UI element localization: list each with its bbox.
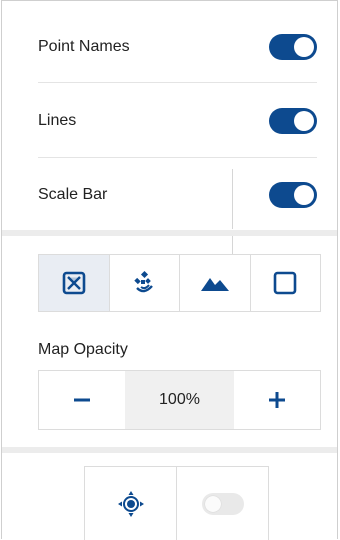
- lines-toggle[interactable]: [269, 107, 317, 134]
- toggle-knob: [204, 495, 221, 512]
- scale-bar-toggle[interactable]: [269, 181, 317, 208]
- plus-icon: [269, 392, 285, 408]
- blank-map-icon: [273, 271, 297, 295]
- opacity-decrease-button[interactable]: [39, 371, 125, 429]
- location-toggle[interactable]: [201, 492, 244, 515]
- layer-label: Lines: [38, 111, 77, 129]
- map-type-satellite-box[interactable]: [39, 255, 110, 311]
- row-divider: [38, 82, 317, 83]
- map-settings-panel: Point Names Lines Scale Bar Map Opacity …: [1, 0, 338, 540]
- toggle-knob: [294, 110, 314, 131]
- map-opacity-title: Map Opacity: [38, 341, 128, 358]
- satellite-box-icon: [62, 271, 86, 295]
- toggle-knob: [294, 36, 314, 57]
- location-toggle-cell: [177, 467, 268, 540]
- layer-row-scale-bar: Scale Bar: [38, 158, 317, 231]
- opacity-value: 100%: [125, 371, 234, 429]
- toggle-knob: [294, 184, 314, 205]
- location-controls: [84, 466, 269, 540]
- map-type-blank[interactable]: [251, 255, 321, 311]
- layer-label: Point Names: [38, 37, 130, 55]
- point-names-toggle[interactable]: [269, 33, 317, 60]
- map-type-terrain[interactable]: [180, 255, 251, 311]
- minus-icon: [74, 398, 90, 402]
- map-type-satellite-dish[interactable]: [110, 255, 180, 311]
- section-divider: [2, 447, 337, 453]
- terrain-icon: [200, 278, 229, 291]
- guide-line: [232, 236, 233, 254]
- guide-line: [232, 169, 233, 229]
- opacity-stepper: 100%: [38, 370, 321, 430]
- layer-row-point-names: Point Names: [38, 10, 317, 83]
- center-location-button[interactable]: [85, 467, 177, 540]
- layer-label: Scale Bar: [38, 185, 108, 203]
- opacity-increase-button[interactable]: [234, 371, 320, 429]
- gps-center-icon: [117, 490, 144, 517]
- layer-row-lines: Lines: [38, 84, 317, 157]
- satellite-dish-icon: [134, 270, 154, 293]
- map-type-selector: [38, 254, 321, 312]
- section-divider: [2, 230, 337, 236]
